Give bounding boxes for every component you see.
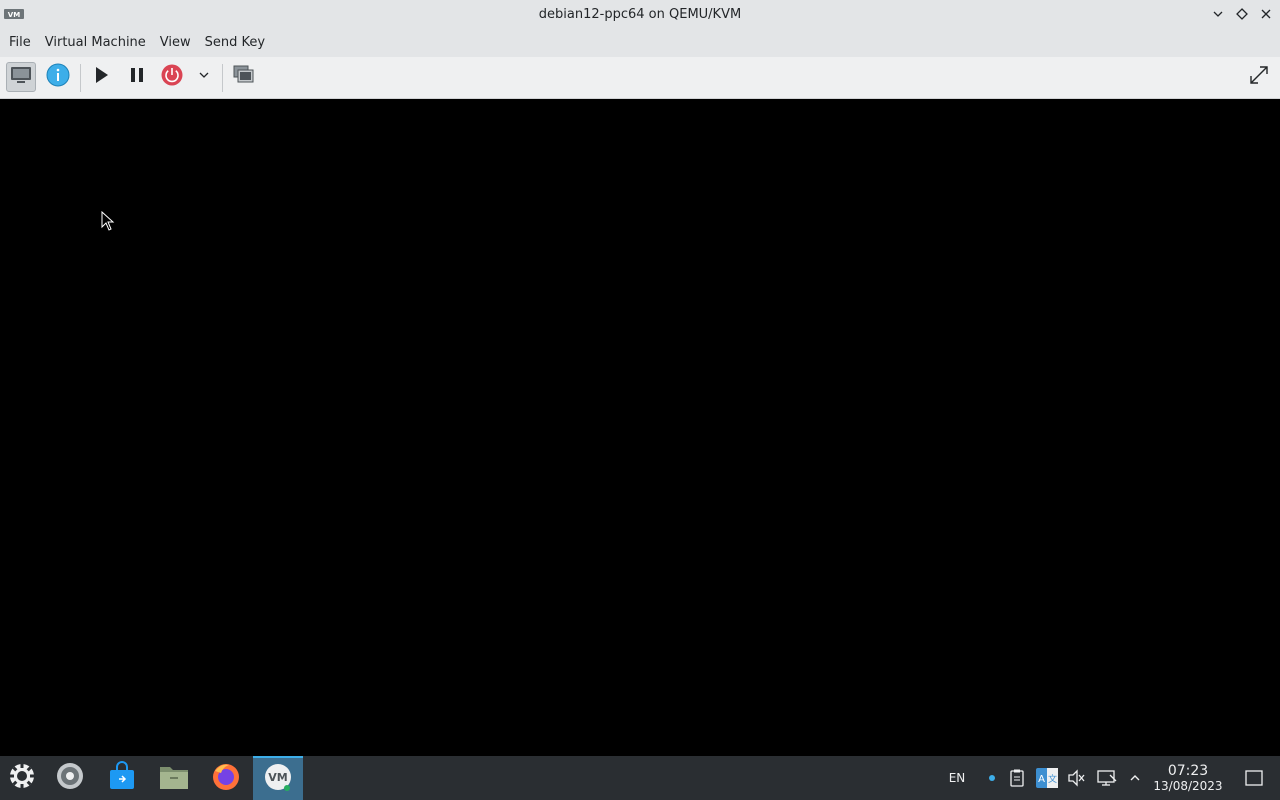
menu-view[interactable]: View [153, 32, 198, 54]
monitor-icon [10, 65, 32, 89]
fullscreen-button[interactable] [1244, 62, 1274, 92]
app-launcher-icon [8, 762, 36, 794]
fullscreen-icon [1248, 64, 1270, 90]
toolbar-separator [222, 64, 223, 92]
minimize-icon[interactable] [1208, 4, 1228, 24]
power-icon [161, 64, 183, 90]
close-icon[interactable] [1256, 4, 1276, 24]
play-icon [92, 66, 110, 88]
pause-icon [129, 67, 145, 87]
svg-text:VM: VM [268, 771, 287, 784]
network-icon[interactable] [1095, 756, 1119, 800]
settings-gear-icon [55, 761, 85, 795]
svg-text:VM: VM [8, 11, 20, 19]
digital-clock[interactable]: 07:23 13/08/2023 [1152, 763, 1224, 794]
tray-expand-icon[interactable] [1125, 756, 1145, 800]
run-button[interactable] [86, 62, 116, 92]
shutdown-menu-button[interactable] [190, 62, 218, 92]
store-bag-icon [108, 761, 136, 795]
pause-button[interactable] [122, 62, 152, 92]
taskbar: VM EN A文 07:23 13/08/2023 [0, 756, 1280, 800]
shutdown-button[interactable] [157, 62, 187, 92]
info-icon [46, 63, 70, 91]
vm-console-display[interactable] [0, 99, 1280, 756]
show-desktop-icon[interactable] [1242, 756, 1266, 800]
maximize-icon[interactable] [1232, 4, 1252, 24]
clock-date: 13/08/2023 [1153, 779, 1223, 793]
menu-send-key[interactable]: Send Key [198, 32, 272, 54]
virt-manager-icon: VM [263, 762, 293, 796]
mouse-cursor-icon [101, 210, 115, 235]
menu-file[interactable]: File [2, 32, 38, 54]
clock-time: 07:23 [1167, 763, 1209, 779]
taskbar-virt-manager[interactable]: VM [253, 756, 303, 800]
svg-text:文: 文 [1048, 773, 1057, 785]
clipboard-icon[interactable] [1006, 756, 1028, 800]
console-view-button[interactable] [6, 62, 36, 92]
snapshots-icon [233, 65, 255, 89]
toolbar-separator [80, 64, 81, 92]
app-launcher-button[interactable] [0, 756, 44, 800]
taskbar-system-settings[interactable] [48, 756, 92, 800]
firefox-icon [211, 761, 241, 795]
menubar: File Virtual Machine View Send Key [0, 29, 1280, 57]
keyboard-layout-indicator[interactable]: EN [942, 756, 972, 800]
virt-manager-icon: VM [4, 7, 24, 21]
taskbar-firefox[interactable] [204, 756, 248, 800]
input-method-icon[interactable]: A文 [1035, 756, 1059, 800]
chevron-down-icon [198, 69, 210, 85]
svg-text:A: A [1038, 774, 1045, 785]
volume-muted-icon[interactable] [1065, 756, 1087, 800]
notification-dot-icon[interactable] [982, 756, 1002, 800]
taskbar-discover[interactable] [100, 756, 144, 800]
toolbar [0, 57, 1280, 99]
window-title: debian12-ppc64 on QEMU/KVM [538, 7, 742, 22]
folder-icon [159, 762, 189, 794]
details-view-button[interactable] [43, 62, 73, 92]
snapshots-button[interactable] [229, 62, 259, 92]
taskbar-file-manager[interactable] [152, 756, 196, 800]
menu-virtual-machine[interactable]: Virtual Machine [38, 32, 153, 54]
window-titlebar[interactable]: VM debian12-ppc64 on QEMU/KVM [0, 0, 1280, 29]
